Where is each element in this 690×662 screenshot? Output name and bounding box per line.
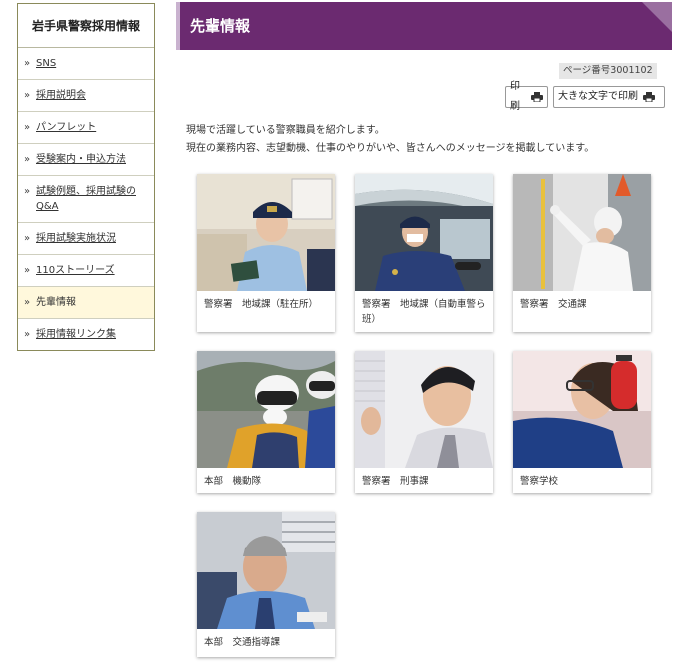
profile-photo[interactable]: [355, 174, 493, 291]
double-chevron-right-icon: »: [24, 329, 31, 340]
title-corner-decoration: [642, 2, 672, 32]
page-title: 先輩情報: [190, 17, 251, 35]
sidebar-item-briefing[interactable]: » 採用説明会: [18, 80, 154, 112]
profile-card[interactable]: 警察署 地域課（駐在所）: [197, 174, 335, 332]
intro-line: 現場で活躍している警察職員を紹介します。: [186, 125, 385, 136]
sidebar-item-label[interactable]: 受験案内・申込方法: [36, 152, 126, 167]
profile-card[interactable]: 警察署 地域課（自動車警ら班）: [355, 174, 493, 332]
profile-caption: 警察署 地域課（自動車警ら班）: [362, 299, 486, 325]
intro-text: 現場で活躍している警察職員を紹介します。 現在の業務内容、志望動機、仕事のやりが…: [186, 122, 594, 158]
sidebar-title: 岩手県警察採用情報: [18, 4, 154, 48]
sidebar-item-110-stories[interactable]: » 110ストーリーズ: [18, 255, 154, 287]
profile-caption: 本部 交通指導課: [204, 637, 281, 648]
sidebar-item-label[interactable]: 採用情報リンク集: [36, 327, 116, 342]
profile-photo[interactable]: [197, 512, 335, 629]
sidebar-item-label[interactable]: 110ストーリーズ: [36, 263, 115, 278]
double-chevron-right-icon: »: [24, 297, 31, 308]
profile-caption: 警察署 刑事課: [362, 476, 429, 487]
profile-photo[interactable]: [197, 174, 335, 291]
profile-photo[interactable]: [513, 351, 651, 468]
sidebar-item-exam-guide[interactable]: » 受験案内・申込方法: [18, 144, 154, 176]
printer-icon: [531, 92, 543, 102]
double-chevron-right-icon: »: [24, 186, 31, 197]
profile-caption: 本部 機動隊: [204, 476, 262, 487]
double-chevron-right-icon: »: [24, 122, 31, 133]
profile-card[interactable]: 警察学校: [513, 351, 651, 493]
sidebar-item-label[interactable]: 試験例題、採用試験のQ&A: [36, 184, 148, 214]
sidebar-item-label[interactable]: 採用説明会: [36, 88, 86, 103]
profile-caption: 警察署 地域課（駐在所）: [204, 299, 319, 310]
sidebar-item-exam-status[interactable]: » 採用試験実施状況: [18, 223, 154, 255]
double-chevron-right-icon: »: [24, 154, 31, 165]
profile-photo[interactable]: [513, 174, 651, 291]
sidebar-item-senpai-active[interactable]: » 先輩情報: [18, 287, 154, 319]
printer-icon: [643, 92, 655, 102]
page-title-bar: 先輩情報: [176, 2, 672, 50]
double-chevron-right-icon: »: [24, 265, 31, 276]
sidebar-item-label[interactable]: 先輩情報: [36, 295, 76, 310]
profile-caption: 警察署 交通課: [520, 299, 587, 310]
title-accent-stripe: [176, 2, 180, 50]
profile-caption: 警察学校: [520, 476, 559, 487]
print-large-text-button[interactable]: 大きな文字で印刷: [553, 86, 665, 108]
profile-card[interactable]: 本部 機動隊: [197, 351, 335, 493]
double-chevron-right-icon: »: [24, 90, 31, 101]
profile-card[interactable]: 本部 交通指導課: [197, 512, 335, 657]
double-chevron-right-icon: »: [24, 58, 31, 69]
print-button-label: 印刷: [510, 81, 520, 112]
profile-card[interactable]: 警察署 刑事課: [355, 351, 493, 493]
double-chevron-right-icon: »: [24, 233, 31, 244]
sidebar-item-sns[interactable]: » SNS: [18, 48, 154, 80]
sidebar-item-links[interactable]: » 採用情報リンク集: [18, 319, 154, 350]
sidebar-item-label[interactable]: パンフレット: [36, 120, 96, 135]
print-button[interactable]: 印刷: [505, 81, 548, 112]
sidebar-item-label[interactable]: 採用試験実施状況: [36, 231, 116, 246]
profile-card[interactable]: 警察署 交通課: [513, 174, 651, 332]
sidebar-item-exam-qa[interactable]: » 試験例題、採用試験のQ&A: [18, 176, 154, 223]
profile-photo[interactable]: [197, 351, 335, 468]
sidebar-item-pamphlet[interactable]: » パンフレット: [18, 112, 154, 144]
sidebar-item-label[interactable]: SNS: [36, 56, 56, 71]
profile-photo[interactable]: [355, 351, 493, 468]
intro-line: 現在の業務内容、志望動機、仕事のやりがいや、皆さんへのメッセージを掲載しています…: [186, 143, 595, 154]
page-number: ページ番号3001102: [559, 63, 657, 79]
sidebar: 岩手県警察採用情報 » SNS » 採用説明会 » パンフレット » 受験案内・…: [17, 3, 155, 351]
print-large-button-label: 大きな文字で印刷: [558, 91, 638, 102]
